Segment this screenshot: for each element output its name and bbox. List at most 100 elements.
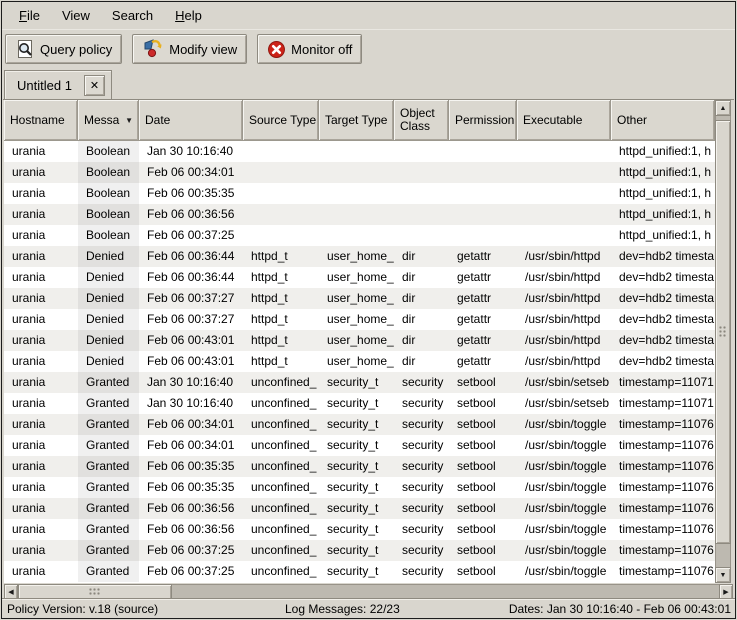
table-cell-executable [517,225,611,246]
table-cell-hostname: urania [4,162,78,183]
table-row[interactable]: uraniaBooleanFeb 06 00:35:35httpd_unifie… [4,183,715,204]
table-cell-object-class [394,141,449,162]
table-cell-permission: getattr [449,246,517,267]
column-header-date[interactable]: Date [139,100,243,141]
table-cell-date: Feb 06 00:37:25 [139,225,243,246]
table-cell-date: Feb 06 00:35:35 [139,183,243,204]
table-cell-source-type [243,183,319,204]
table-cell-executable: /usr/sbin/toggle [517,435,611,456]
table-cell-object-class: security [394,540,449,561]
table-row[interactable]: uraniaGrantedFeb 06 00:34:01unconfined_s… [4,414,715,435]
table-row[interactable]: uraniaDeniedFeb 06 00:36:44httpd_tuser_h… [4,267,715,288]
table-cell-date: Feb 06 00:35:35 [139,477,243,498]
table-cell-executable: /usr/sbin/toggle [517,456,611,477]
column-header-label: Permission [455,114,514,127]
table-cell-object-class: security [394,435,449,456]
table-cell-object-class: security [394,561,449,582]
vscroll-thumb[interactable] [715,120,731,544]
query-policy-label: Query policy [40,42,112,57]
column-header-object-class[interactable]: Object Class [394,100,449,141]
table-cell-other: timestamp=11076 [611,519,715,540]
menu-view[interactable]: View [53,4,99,27]
table-cell-hostname: urania [4,246,78,267]
table-cell-executable: /usr/sbin/httpd [517,267,611,288]
scroll-up-icon: ▲ [720,105,727,112]
vertical-scrollbar[interactable]: ▲ ▼ [715,100,731,583]
table-row[interactable]: uraniaBooleanFeb 06 00:36:56httpd_unifie… [4,204,715,225]
menu-search[interactable]: Search [103,4,162,27]
column-header-target-type[interactable]: Target Type [319,100,394,141]
table-cell-executable: /usr/sbin/toggle [517,477,611,498]
table-cell-target-type: user_home_ [319,288,394,309]
table-cell-source-type: httpd_t [243,267,319,288]
column-header-label: Object Class [400,107,448,133]
table-row[interactable]: uraniaBooleanFeb 06 00:34:01httpd_unifie… [4,162,715,183]
table-cell-executable: /usr/sbin/toggle [517,414,611,435]
table-row[interactable]: uraniaDeniedFeb 06 00:43:01httpd_tuser_h… [4,330,715,351]
table-row[interactable]: uraniaDeniedFeb 06 00:37:27httpd_tuser_h… [4,309,715,330]
vscroll-track[interactable] [715,116,731,567]
table-cell-message: Granted [78,435,139,456]
menu-help[interactable]: Help [166,4,211,27]
table-row[interactable]: uraniaBooleanJan 30 10:16:40httpd_unifie… [4,141,715,162]
table-row[interactable]: uraniaDeniedFeb 06 00:36:44httpd_tuser_h… [4,246,715,267]
table-cell-permission: setbool [449,540,517,561]
table-cell-permission: getattr [449,267,517,288]
table-cell-target-type [319,141,394,162]
table-row[interactable]: uraniaGrantedJan 30 10:16:40unconfined_s… [4,393,715,414]
table-cell-hostname: urania [4,519,78,540]
table-cell-date: Jan 30 10:16:40 [139,393,243,414]
table-cell-date: Feb 06 00:37:27 [139,309,243,330]
table-cell-permission: getattr [449,330,517,351]
table-cell-other: timestamp=11076 [611,498,715,519]
table-row[interactable]: uraniaBooleanFeb 06 00:37:25httpd_unifie… [4,225,715,246]
tab-untitled-1[interactable]: Untitled 1 ✕ [4,70,112,99]
scroll-up-button[interactable]: ▲ [715,100,731,116]
table-row[interactable]: uraniaGrantedFeb 06 00:35:35unconfined_s… [4,456,715,477]
table-cell-source-type: unconfined_ [243,372,319,393]
table-cell-source-type: unconfined_ [243,456,319,477]
table-row[interactable]: uraniaGrantedJan 30 10:16:40unconfined_s… [4,372,715,393]
table-row[interactable]: uraniaDeniedFeb 06 00:37:27httpd_tuser_h… [4,288,715,309]
table-cell-object-class: security [394,477,449,498]
menu-bar: File View Search Help [2,2,735,30]
table-cell-message: Granted [78,456,139,477]
table-row[interactable]: uraniaGrantedFeb 06 00:37:25unconfined_s… [4,540,715,561]
table-cell-target-type: security_t [319,435,394,456]
table-cell-hostname: urania [4,435,78,456]
scroll-down-button[interactable]: ▼ [715,567,731,583]
table-row[interactable]: uraniaGrantedFeb 06 00:37:25unconfined_s… [4,561,715,582]
table-cell-source-type: unconfined_ [243,519,319,540]
column-header-source-type[interactable]: Source Type [243,100,319,141]
table-cell-permission [449,141,517,162]
column-header-executable[interactable]: Executable [517,100,611,141]
table-row[interactable]: uraniaGrantedFeb 06 00:36:56unconfined_s… [4,519,715,540]
menu-file[interactable]: File [10,4,49,27]
tab-close-button[interactable]: ✕ [84,75,105,96]
table-row[interactable]: uraniaDeniedFeb 06 00:43:01httpd_tuser_h… [4,351,715,372]
column-header-label: Source Type [249,114,316,127]
column-header-message[interactable]: Messa▼ [78,100,139,141]
table-row[interactable]: uraniaGrantedFeb 06 00:35:35unconfined_s… [4,477,715,498]
table-cell-executable: /usr/sbin/setseb [517,372,611,393]
table-cell-object-class [394,183,449,204]
policy-version-status: Policy Version: v.18 (source) [7,602,158,616]
table-row[interactable]: uraniaGrantedFeb 06 00:36:56unconfined_s… [4,498,715,519]
monitor-off-button[interactable]: Monitor off [257,34,362,64]
table-cell-object-class: security [394,498,449,519]
table-cell-date: Feb 06 00:43:01 [139,351,243,372]
table-cell-hostname: urania [4,351,78,372]
table-cell-message: Granted [78,414,139,435]
column-header-label: Executable [523,114,582,127]
column-header-hostname[interactable]: Hostname [4,100,78,141]
modify-view-button[interactable]: Modify view [132,34,247,64]
table-cell-other: httpd_unified:1, h [611,183,715,204]
table-cell-other: dev=hdb2 timesta [611,309,715,330]
column-header-permission[interactable]: Permission [449,100,517,141]
query-policy-button[interactable]: Query policy [5,34,122,64]
table-cell-date: Jan 30 10:16:40 [139,141,243,162]
table-cell-date: Jan 30 10:16:40 [139,372,243,393]
table-row[interactable]: uraniaGrantedFeb 06 00:34:01unconfined_s… [4,435,715,456]
column-header-other[interactable]: Other [611,100,715,141]
table-cell-permission: getattr [449,309,517,330]
